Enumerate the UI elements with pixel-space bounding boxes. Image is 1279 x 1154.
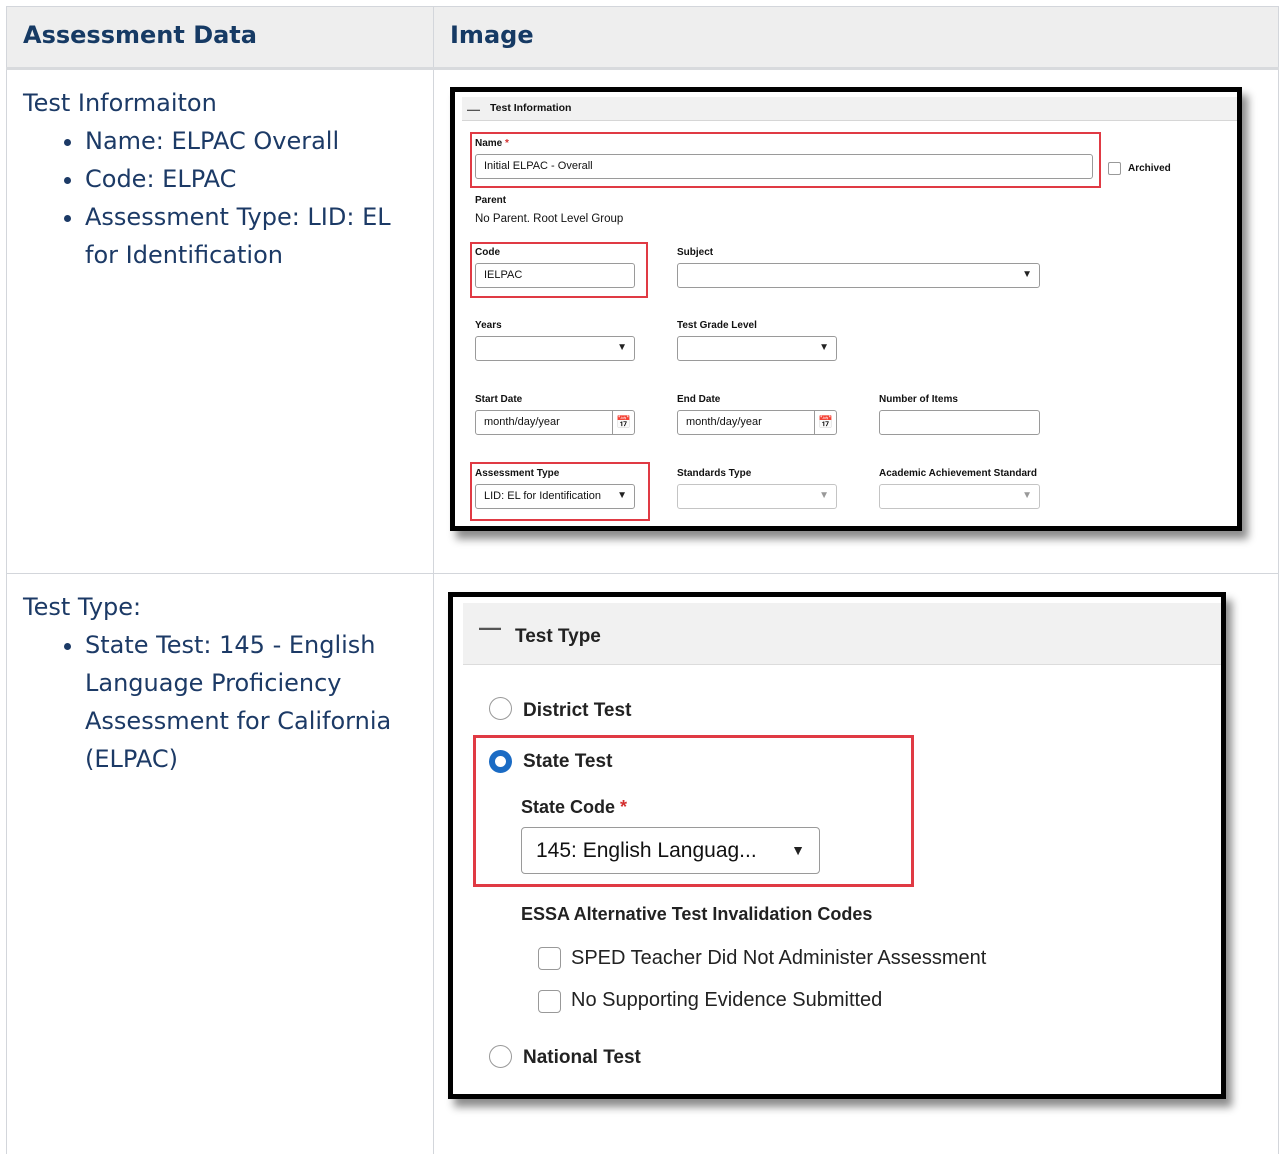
start-date-input[interactable]: month/day/year 📅 <box>475 410 635 435</box>
state-test-label: State Test <box>523 751 613 772</box>
end-date-label: End Date <box>677 394 721 405</box>
section-title: Test Information <box>490 102 572 114</box>
sped-teacher-label: SPED Teacher Did Not Administer Assessme… <box>571 947 987 969</box>
name-label: Name <box>475 138 503 149</box>
parent-label: Parent <box>475 195 507 206</box>
collapse-icon[interactable]: — <box>479 615 501 641</box>
years-select[interactable]: ▼ <box>475 336 635 361</box>
end-date-input[interactable]: month/day/year 📅 <box>677 410 837 435</box>
row1-text-cell: Test Informaiton Name: ELPAC Overall Cod… <box>6 68 434 574</box>
national-test-radio[interactable] <box>489 1045 512 1068</box>
archived-label: Archived <box>1128 163 1171 174</box>
no-evidence-label: No Supporting Evidence Submitted <box>571 989 883 1011</box>
state-code-label: State Code <box>521 797 616 817</box>
row2-bullet-list: State Test: 145 - English Language Profi… <box>23 626 417 778</box>
essa-label: ESSA Alternative Test Invalidation Codes <box>521 904 873 924</box>
row1-heading: Test Informaiton <box>23 89 217 117</box>
row1-bullet-list: Name: ELPAC Overall Code: ELPAC Assessme… <box>23 122 417 274</box>
chevron-down-icon: ▼ <box>617 490 627 501</box>
national-test-label: National Test <box>523 1047 641 1068</box>
district-test-radio[interactable] <box>489 697 512 720</box>
test-information-screenshot: — Test Information Name * Initial ELPAC … <box>450 87 1242 531</box>
test-type-screenshot: — Test Type District Test State Test Sta… <box>448 592 1226 1099</box>
test-grade-level-select[interactable]: ▼ <box>677 336 837 361</box>
chevron-down-icon: ▼ <box>819 342 829 353</box>
row2-heading: Test Type: <box>23 593 142 621</box>
row2-text-cell: Test Type: State Test: 145 - English Lan… <box>6 573 434 1154</box>
start-date-label: Start Date <box>475 394 523 405</box>
list-item: Name: ELPAC Overall <box>85 122 417 160</box>
section-title: Test Type <box>515 626 601 647</box>
required-mark: * <box>505 138 509 149</box>
list-item: Code: ELPAC <box>85 160 417 198</box>
number-of-items-input[interactable] <box>879 410 1040 435</box>
sped-teacher-checkbox[interactable] <box>538 947 561 970</box>
assessment-type-label: Assessment Type <box>475 468 560 479</box>
name-input[interactable]: Initial ELPAC - Overall <box>475 154 1093 179</box>
district-test-label: District Test <box>523 700 632 721</box>
test-grade-level-label: Test Grade Level <box>677 320 757 331</box>
test-type-header[interactable]: — Test Type <box>463 603 1221 665</box>
chevron-down-icon: ▼ <box>1022 269 1032 280</box>
years-label: Years <box>475 320 502 331</box>
assessment-type-select[interactable]: LID: EL for Identification ▼ <box>475 484 635 509</box>
academic-achievement-select[interactable]: ▼ <box>879 484 1040 509</box>
number-of-items-label: Number of Items <box>879 394 958 405</box>
subject-label: Subject <box>677 247 714 258</box>
list-item: State Test: 145 - English Language Profi… <box>85 626 417 778</box>
state-code-select[interactable]: 145: English Languag... ▼ <box>521 827 820 874</box>
code-label: Code <box>475 247 500 258</box>
chevron-down-icon: ▼ <box>617 342 627 353</box>
header-image: Image <box>433 6 1279 70</box>
chevron-down-icon: ▼ <box>791 842 805 858</box>
academic-achievement-label: Academic Achievement Standard <box>879 468 1038 479</box>
standards-type-select[interactable]: ▼ <box>677 484 837 509</box>
chevron-down-icon: ▼ <box>819 490 829 501</box>
calendar-icon[interactable]: 📅 <box>612 411 634 434</box>
archived-checkbox[interactable] <box>1108 162 1121 175</box>
header-assessment-data: Assessment Data <box>6 6 434 70</box>
subject-select[interactable]: ▼ <box>677 263 1040 288</box>
collapse-icon[interactable]: — <box>467 102 480 117</box>
parent-value: No Parent. Root Level Group <box>475 213 624 225</box>
standards-type-label: Standards Type <box>677 468 752 479</box>
no-evidence-checkbox[interactable] <box>538 990 561 1013</box>
test-information-header[interactable]: — Test Information <box>462 97 1237 121</box>
list-item: Assessment Type: LID: EL for Identificat… <box>85 198 417 274</box>
state-test-radio[interactable] <box>489 750 512 773</box>
required-mark: * <box>620 797 628 817</box>
chevron-down-icon: ▼ <box>1022 490 1032 501</box>
code-input[interactable]: IELPAC <box>475 263 635 288</box>
calendar-icon[interactable]: 📅 <box>814 411 836 434</box>
